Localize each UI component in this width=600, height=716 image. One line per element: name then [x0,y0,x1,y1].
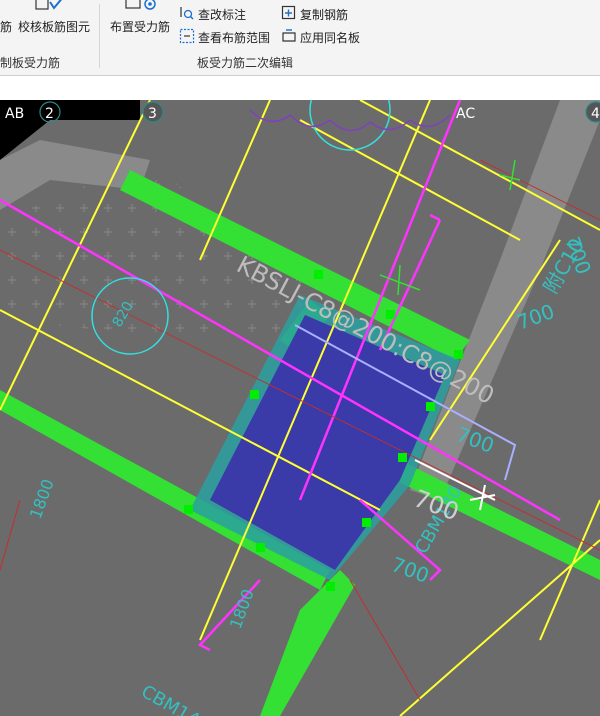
view-range-icon [179,28,195,44]
cad-canvas[interactable]: AB 2 3 AC 4 KBSLJ-C8@200:C8@200 700 700 … [0,100,600,716]
grip-point[interactable] [184,505,193,514]
grip-point[interactable] [314,270,323,279]
grip-point[interactable] [362,518,371,527]
search-label-icon [180,7,194,20]
ribbon-toolbar: 筋 校核板筋图元 布置受力筋 查改标注 查看布筋范围 复制钢筋 应用同名板 制板… [0,0,600,76]
place-rebar-button[interactable]: 布置受力筋 [110,18,170,35]
check-element-button[interactable]: 校核板筋图元 [18,18,90,35]
axis-label-ab: AB [5,106,24,122]
grip-point[interactable] [386,310,395,319]
group-label-right: 板受力筋二次编辑 [197,56,294,70]
copy-rebar-icon [281,5,296,20]
grip-point[interactable] [426,402,435,411]
grip-point[interactable] [250,390,259,399]
grip-point[interactable] [326,582,335,591]
place-rebar-icon [125,0,156,10]
check-label-button[interactable]: 查改标注 [198,6,246,23]
apply-same-icon [282,29,296,42]
axis-label-ac: AC [456,106,475,122]
check-icon [35,0,62,10]
axis-label-2: 2 [45,106,54,122]
axis-label-4: 4 [591,106,600,122]
copy-rebar-button[interactable]: 复制钢筋 [300,6,348,23]
axis-label-3: 3 [148,106,157,122]
view-range-button[interactable]: 查看布筋范围 [198,29,270,46]
grip-point[interactable] [256,543,265,552]
ribbon-gap [0,76,600,100]
apply-same-button[interactable]: 应用同名板 [300,29,360,46]
grip-point[interactable] [398,453,407,462]
grip-point[interactable] [454,350,463,359]
rebar-partial-button[interactable]: 筋 [0,18,12,35]
group-separator [99,4,100,68]
group-label-left: 制板受力筋 [0,56,61,70]
